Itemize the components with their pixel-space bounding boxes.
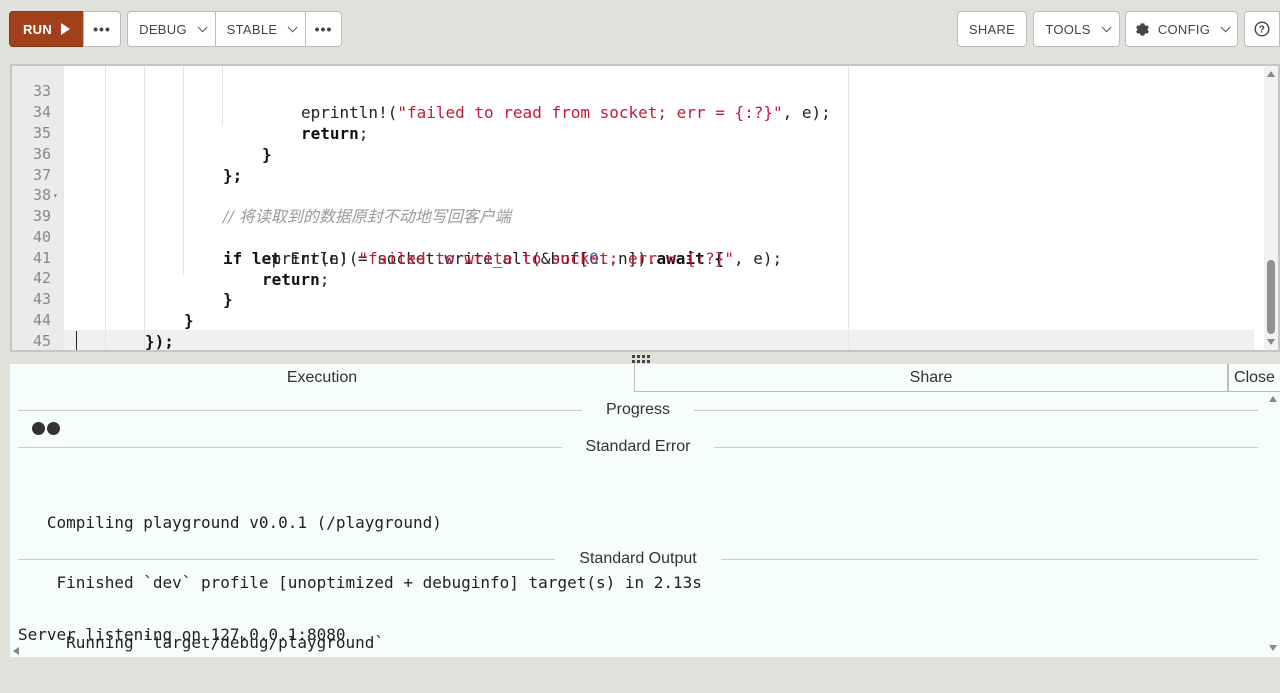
config-label: CONFIG <box>1157 21 1211 37</box>
code-lines: 33 eprintln!("failed to read from socket… <box>12 66 1264 350</box>
code-line: 40 eprintln!("failed to write to socket;… <box>12 206 1264 268</box>
code-line: 38 // 将读取到的数据原封不动地写回客户端 <box>12 164 1264 226</box>
channel-dropdown[interactable]: STABLE <box>215 11 306 47</box>
code-line: 43 } <box>12 268 1264 330</box>
advanced-options-button[interactable]: ••• <box>305 11 342 47</box>
mode-label: DEBUG <box>139 21 187 37</box>
svg-text:?: ? <box>1259 25 1265 36</box>
code-line: 35 } <box>12 102 1264 164</box>
code-line: 33 eprintln!("failed to read from socket… <box>12 66 1264 122</box>
code-line: 46 } <box>12 330 1264 352</box>
mode-dropdown[interactable]: DEBUG <box>127 11 216 47</box>
code-editor[interactable]: 33 eprintln!("failed to read from socket… <box>10 64 1280 352</box>
line-number: 46 <box>12 351 51 352</box>
run-button[interactable]: RUN <box>9 11 84 47</box>
progress-dot <box>32 422 45 435</box>
scroll-up-icon[interactable] <box>1269 396 1277 402</box>
share-label: SHARE <box>968 21 1016 37</box>
stdout-header: Standard Output <box>18 547 1259 571</box>
stdout-line: Server listening on 127.0.0.1:8080 <box>18 625 346 644</box>
close-output-button[interactable]: Close <box>1228 364 1280 392</box>
stdout-title: Standard Output <box>579 550 697 567</box>
chevron-down-icon <box>197 21 208 32</box>
help-button[interactable]: ? <box>1244 11 1280 47</box>
share-button[interactable]: SHARE <box>957 11 1027 47</box>
top-toolbar: RUN ••• DEBUG STABLE ••• SHARE TOOLS CON… <box>0 0 1280 60</box>
help-icon: ? <box>1254 21 1270 37</box>
code-line: 36 }; <box>12 123 1264 185</box>
chevron-down-icon <box>1220 21 1231 32</box>
code-line: 39 ▾ if let Err(e) = socket.write_all(&b… <box>12 185 1264 268</box>
scrollbar-thumb[interactable] <box>1267 260 1275 334</box>
tab-execution[interactable]: Execution <box>10 364 634 392</box>
tab-share-label: Share <box>909 368 953 386</box>
tools-dropdown[interactable]: TOOLS <box>1033 11 1120 47</box>
code-line: 37 <box>12 144 1264 184</box>
tab-share[interactable]: Share <box>634 364 1228 392</box>
code-line: 42 } <box>12 247 1264 309</box>
output-panel: Execution Share Close Progress Standard … <box>10 364 1280 657</box>
progress-indicator <box>32 422 60 435</box>
text-cursor <box>76 331 77 350</box>
scroll-down-icon[interactable] <box>1269 645 1277 651</box>
resize-handle[interactable] <box>632 355 654 363</box>
progress-dot <box>47 422 60 435</box>
code-line: 45 } <box>12 310 1264 350</box>
progress-header: Progress <box>18 398 1258 422</box>
more-icon: ••• <box>314 21 333 37</box>
channel-label: STABLE <box>226 21 278 37</box>
code-line: 34 return; <box>12 81 1264 143</box>
tools-label: TOOLS <box>1045 21 1091 37</box>
stderr-line: Compiling playground v0.0.1 (/playground… <box>18 513 442 532</box>
gear-icon <box>1135 22 1149 36</box>
tab-execution-label: Execution <box>286 369 358 386</box>
progress-title: Progress <box>605 401 671 418</box>
close-label: Close <box>1234 368 1275 386</box>
code-line: 41 return; <box>12 227 1264 289</box>
fold-arrow-icon[interactable]: ▾ <box>53 185 58 206</box>
scroll-down-icon[interactable] <box>1267 339 1275 345</box>
more-icon: ••• <box>93 21 111 37</box>
stderr-header: Standard Error <box>18 435 1258 459</box>
stdout-output: Server listening on 127.0.0.1:8080 <box>18 585 346 685</box>
play-icon <box>61 23 71 35</box>
chevron-down-icon <box>288 21 298 32</box>
scroll-left-icon[interactable] <box>13 647 19 655</box>
scroll-up-icon[interactable] <box>1267 71 1275 77</box>
config-dropdown[interactable]: CONFIG <box>1125 11 1238 47</box>
output-scrollbar[interactable] <box>1266 392 1280 657</box>
stderr-title: Standard Error <box>585 438 691 455</box>
run-more-button[interactable]: ••• <box>83 11 121 47</box>
code-line: 44 }); <box>12 289 1264 350</box>
chevron-down-icon <box>1101 21 1112 32</box>
run-button-label: RUN <box>22 21 53 37</box>
editor-scrollbar[interactable] <box>1264 66 1278 350</box>
